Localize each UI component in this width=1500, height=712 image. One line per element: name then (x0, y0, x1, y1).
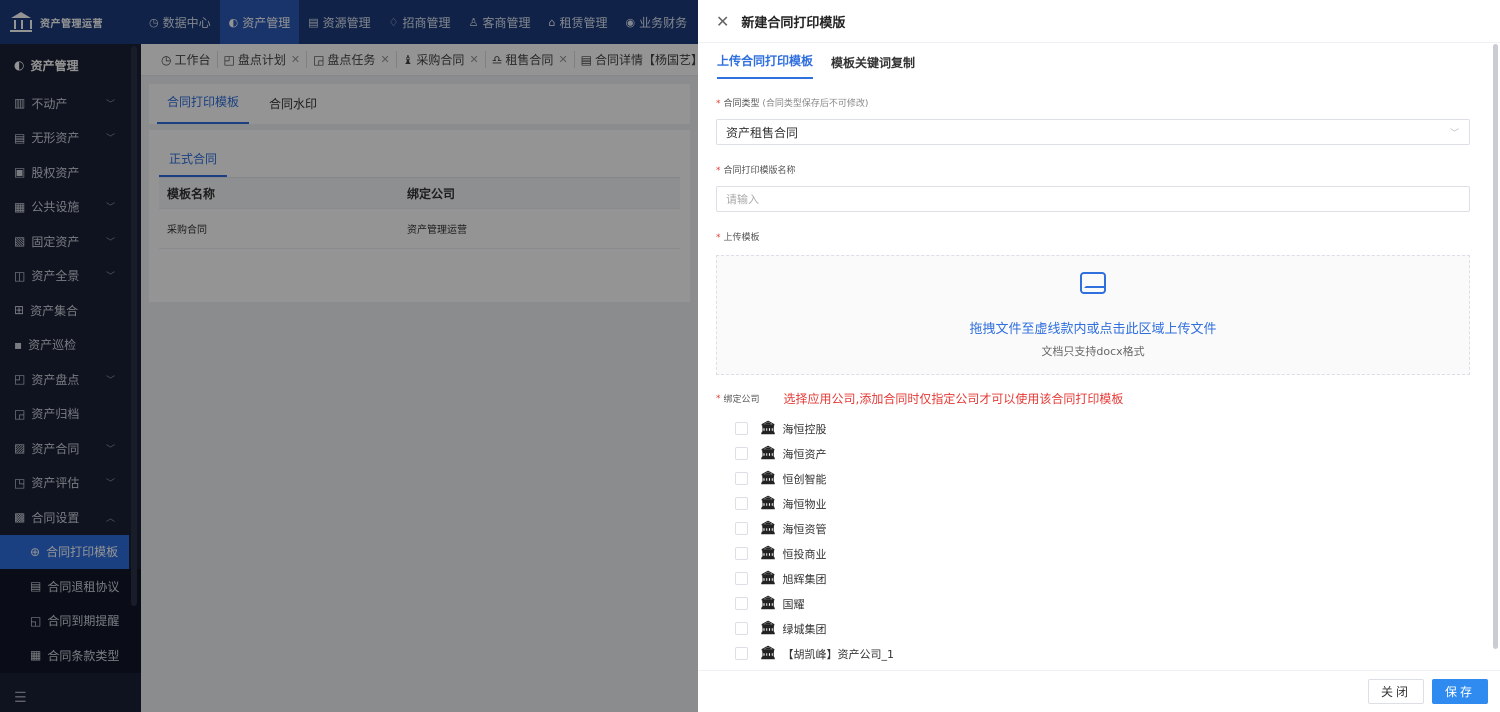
template-name-field: * 合同打印模版名称 请输入 (716, 163, 1470, 212)
company-option[interactable]: 🏛 恒投商业 (716, 541, 1470, 566)
company-option[interactable]: 🏛 【胡凯峰】资产公司_1 (716, 641, 1470, 666)
checkbox[interactable] (735, 622, 748, 635)
company-option[interactable]: 🏛 恒创智能 (716, 466, 1470, 491)
bank-icon: 🏛 (760, 496, 777, 511)
save-button[interactable]: 保存 (1431, 679, 1488, 704)
drawer-footer: 关闭 保存 (698, 670, 1500, 712)
company-option[interactable]: 🏛 国耀 (716, 591, 1470, 616)
company-list: 🏛 海恒控股 🏛 海恒资产 🏛 恒创智能 🏛 海恒物业 🏛 海恒资管 🏛 恒投商业 🏛 旭辉集团 🏛 国耀 🏛 绿… (716, 416, 1470, 671)
template-name-input[interactable]: 请输入 (716, 186, 1470, 212)
drawer-scrollbar[interactable] (1493, 44, 1498, 649)
bank-icon: 🏛 (760, 421, 777, 436)
tab-upload-template[interactable]: 上传合同打印模板 (717, 52, 814, 79)
checkbox[interactable] (735, 597, 748, 610)
checkbox[interactable] (735, 522, 748, 535)
upload-label: * 上传模板 (716, 233, 760, 243)
new-template-drawer: ✕ 新建合同打印模版 上传合同打印模板 模板关键词复制 * 合同类型 (合同类型保… (698, 0, 1500, 712)
inbox-icon (1080, 271, 1106, 294)
drawer-tabs: 上传合同打印模板 模板关键词复制 (698, 43, 1500, 79)
close-icon[interactable]: ✕ (716, 12, 729, 31)
checkbox[interactable] (735, 447, 748, 460)
chevron-down-icon: ﹀ (1449, 128, 1459, 139)
contract-type-field: * 合同类型 (合同类型保存后不可修改) 资产租售合同 ﹀ (716, 96, 1470, 145)
bank-icon: 🏛 (760, 446, 777, 461)
upload-format-hint: 文档只支持docx格式 (1041, 344, 1145, 358)
drawer-title: 新建合同打印模版 (741, 15, 846, 31)
checkbox[interactable] (735, 547, 748, 560)
upload-dropzone[interactable]: 拖拽文件至虚线款内或点击此区域上传文件 文档只支持docx格式 (716, 255, 1470, 375)
bank-icon: 🏛 (760, 546, 777, 561)
company-option[interactable]: 🏛 海恒资产 (716, 441, 1470, 466)
template-name-label: * 合同打印模版名称 (716, 166, 796, 176)
company-warning: 选择应用公司,添加合同时仅指定公司才可以使用该合同打印模板 (783, 392, 1124, 406)
bind-company-label: * 绑定公司 选择应用公司,添加合同时仅指定公司才可以使用该合同打印模板 (716, 392, 1124, 406)
bind-company-field: * 绑定公司 选择应用公司,添加合同时仅指定公司才可以使用该合同打印模板 🏛 海恒控… (716, 390, 1470, 671)
company-option[interactable]: 🏛 海恒资管 (716, 516, 1470, 541)
checkbox[interactable] (735, 472, 748, 485)
close-button[interactable]: 关闭 (1367, 679, 1424, 704)
bank-icon: 🏛 (760, 471, 777, 486)
modal-overlay[interactable] (0, 0, 698, 712)
tab-keyword-copy[interactable]: 模板关键词复制 (831, 54, 915, 79)
company-option[interactable]: 🏛 绿城集团 (716, 616, 1470, 641)
company-option[interactable]: 🏛 海恒物业 (716, 491, 1470, 516)
checkbox[interactable] (735, 647, 748, 660)
contract-type-select[interactable]: 资产租售合同 ﹀ (716, 119, 1470, 145)
bank-icon: 🏛 (760, 621, 777, 636)
bank-icon: 🏛 (760, 571, 777, 586)
bank-icon: 🏛 (760, 596, 777, 611)
checkbox[interactable] (735, 497, 748, 510)
company-option[interactable]: 🏛 旭辉集团 (716, 566, 1470, 591)
bank-icon: 🏛 (760, 646, 777, 661)
checkbox[interactable] (735, 572, 748, 585)
contract-type-label: * 合同类型 (合同类型保存后不可修改) (716, 99, 869, 109)
upload-instruction: 拖拽文件至虚线款内或点击此区域上传文件 (969, 321, 1217, 337)
upload-field: * 上传模板 拖拽文件至虚线款内或点击此区域上传文件 文档只支持docx格式 (716, 230, 1470, 375)
bank-icon: 🏛 (760, 521, 777, 536)
company-option[interactable]: 🏛 海恒控股 (716, 416, 1470, 441)
checkbox[interactable] (735, 422, 748, 435)
drawer-header: ✕ 新建合同打印模版 (698, 0, 1500, 43)
